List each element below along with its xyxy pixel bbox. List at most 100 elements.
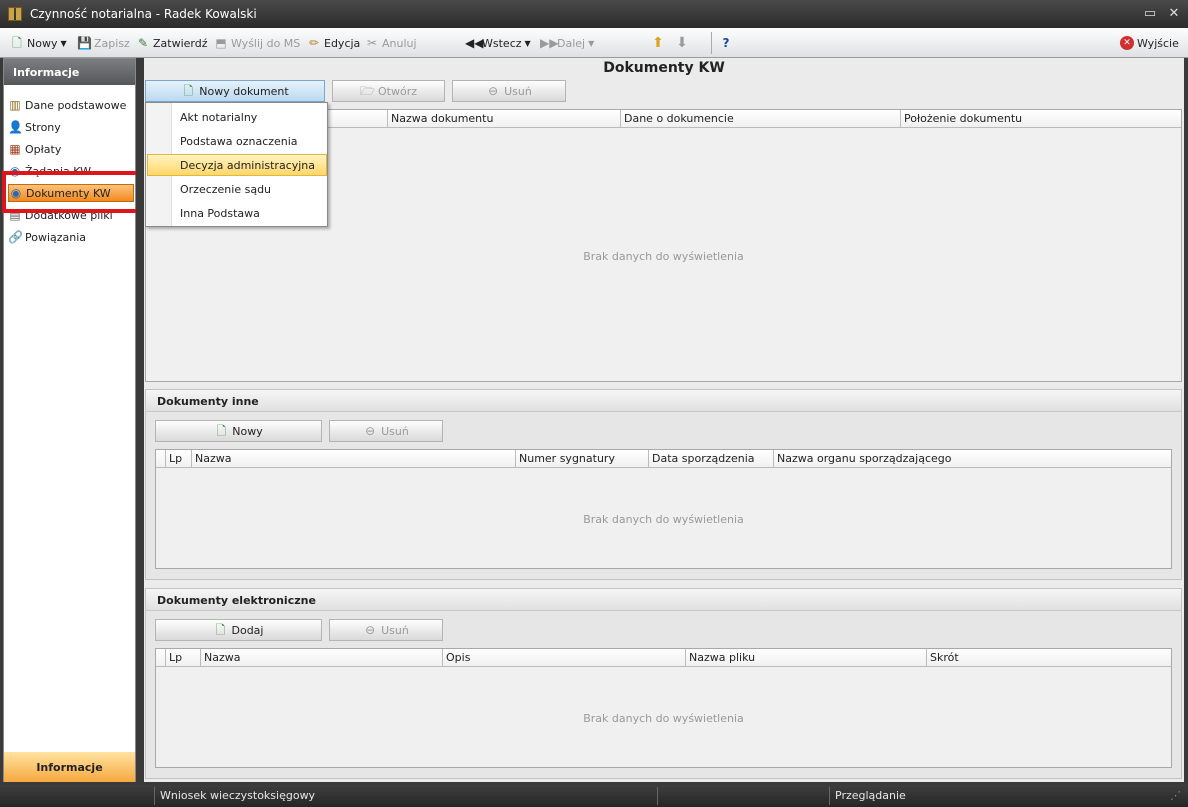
nav-item-strony[interactable]: 👤 Strony: [8, 118, 134, 136]
open-button[interactable]: 🗁 Otwórz: [332, 80, 445, 102]
new-document-icon: 🗋: [216, 424, 227, 438]
cancel-button[interactable]: ✂ Anuluj: [365, 35, 417, 51]
delete-electronic-document-button[interactable]: ⊖ Usuń: [329, 619, 443, 641]
other-documents-grid: Lp Nazwa Numer sygnatury Data sporządzen…: [155, 449, 1172, 569]
delete-other-document-button[interactable]: ⊖ Usuń: [329, 420, 443, 442]
dropdown-arrow-icon: ▼: [60, 38, 67, 48]
electronic-documents-grid: Lp Nazwa Opis Nazwa pliku Skrót Brak dan…: [155, 648, 1172, 768]
column-header[interactable]: Nazwa organu sporządzającego: [774, 450, 1171, 467]
move-down-button[interactable]: ⬇: [675, 35, 689, 51]
menu-item-inna-podstawa[interactable]: Inna Podstawa: [147, 202, 327, 224]
send-ms-button[interactable]: ⬒ Wyślij do MS: [214, 35, 300, 51]
back-button[interactable]: ◀◀ Wstecz ▼: [465, 35, 531, 51]
edit-icon: ✏: [308, 36, 320, 50]
title-bar: Czynność notarialna - Radek Kowalski ▭ ✕: [0, 0, 1188, 28]
help-icon: ?: [722, 36, 730, 50]
column-header[interactable]: Opis: [443, 649, 686, 666]
column-header[interactable]: Lp: [166, 649, 201, 666]
dropdown-arrow-icon: ▼: [524, 38, 531, 48]
grid-header: Lp Nazwa Opis Nazwa pliku Skrót: [156, 649, 1171, 667]
arrow-up-icon: ⬆: [652, 35, 664, 51]
window-title: Czynność notarialna - Radek Kowalski: [30, 7, 257, 21]
next-button[interactable]: ▶▶ Dalej ▼: [540, 35, 594, 51]
next-icon: ▶▶: [540, 36, 559, 50]
status-divider: [154, 787, 155, 805]
other-documents-section: Dokumenty inne 🗋 Nowy ⊖ Usuń Lp Nazwa Nu…: [145, 389, 1182, 580]
nav-item-oplaty[interactable]: ▦ Opłaty: [8, 140, 134, 158]
status-divider: [829, 787, 830, 805]
exit-icon: ✕: [1120, 36, 1134, 50]
section-title: Dokumenty elektroniczne: [146, 589, 1181, 611]
new-document-menu: Akt notarialny Podstawa oznaczenia Decyz…: [145, 102, 328, 227]
column-header[interactable]: Data sporządzenia: [649, 450, 774, 467]
menu-item-akt-notarialny[interactable]: Akt notarialny: [147, 106, 327, 128]
column-header[interactable]: Położenie dokumentu: [901, 110, 1181, 127]
delete-icon: ⊖: [365, 623, 376, 637]
status-mode: Przeglądanie: [835, 789, 906, 802]
person-icon: 👤: [8, 120, 23, 134]
resize-grip-icon[interactable]: ⋰: [1170, 789, 1181, 802]
delete-icon: ⊖: [365, 424, 376, 438]
section-title: Dokumenty inne: [146, 390, 1181, 412]
highlight-box: [2, 171, 143, 213]
delete-icon: ⊖: [488, 84, 499, 98]
restore-icon[interactable]: ▭: [1142, 6, 1158, 22]
column-header[interactable]: Skrót: [927, 649, 1169, 666]
dropdown-arrow-icon: ▼: [588, 38, 595, 48]
new-other-document-button[interactable]: 🗋 Nowy: [155, 420, 322, 442]
folder-icon: 🗁: [360, 84, 375, 98]
column-header[interactable]: Nazwa: [192, 450, 516, 467]
new-document-button[interactable]: 🗋 Nowy dokument: [145, 80, 325, 102]
column-header[interactable]: Numer sygnatury: [516, 450, 649, 467]
column-header[interactable]: Nazwa: [201, 649, 443, 666]
menu-item-orzeczenie-sadu[interactable]: Orzeczenie sądu: [147, 178, 327, 200]
toolbar-separator: [711, 32, 712, 54]
page-title: Dokumenty KW: [603, 60, 725, 76]
save-button[interactable]: 💾 Zapisz: [77, 35, 130, 51]
status-divider: [657, 787, 658, 805]
cancel-icon: ✂: [366, 36, 378, 50]
menu-item-podstawa-oznaczenia[interactable]: Podstawa oznaczenia: [147, 130, 327, 152]
new-document-icon: 🗋: [183, 84, 194, 98]
empty-message: Brak danych do wyświetlenia: [583, 250, 744, 263]
new-document-icon: 🗋: [12, 36, 22, 50]
empty-message: Brak danych do wyświetlenia: [583, 712, 744, 725]
toolbar: 🗋 Nowy ▼ 💾 Zapisz ✎ Zatwierdź ⬒ Wyślij d…: [0, 28, 1188, 58]
move-up-button[interactable]: ⬆: [651, 35, 665, 51]
arrow-down-icon: ⬇: [676, 35, 688, 51]
new-button[interactable]: 🗋 Nowy ▼: [10, 35, 67, 51]
add-electronic-document-button[interactable]: 🗋 Dodaj: [155, 619, 322, 641]
splitter-handle[interactable]: [136, 58, 144, 782]
back-icon: ◀◀: [465, 36, 484, 50]
column-header[interactable]: Lp: [166, 450, 192, 467]
column-header[interactable]: Dane o dokumencie: [621, 110, 901, 127]
status-context: Wniosek wieczystoksięgowy: [160, 789, 316, 802]
column-header[interactable]: Nazwa pliku: [686, 649, 927, 666]
edit-button[interactable]: ✏ Edycja: [307, 35, 360, 51]
electronic-documents-section: Dokumenty elektroniczne 🗋 Dodaj ⊖ Usuń L…: [145, 588, 1182, 779]
save-icon: 💾: [77, 36, 92, 50]
grid-header: Lp Nazwa Numer sygnatury Data sporządzen…: [156, 450, 1171, 468]
status-bar: Wniosek wieczystoksięgowy Przeglądanie ⋰: [0, 785, 1188, 807]
nav-item-dane-podstawowe[interactable]: ▥ Dane podstawowe: [8, 96, 134, 114]
exit-button[interactable]: ✕ Wyjście: [1120, 35, 1179, 51]
columns-icon: ▥: [9, 98, 21, 112]
send-icon: ⬒: [215, 36, 227, 50]
menu-item-decyzja-administracyjna[interactable]: Decyzja administracyjna: [147, 154, 327, 176]
column-header[interactable]: Nazwa dokumentu: [388, 110, 621, 127]
link-icon: 🔗: [8, 230, 23, 244]
help-button[interactable]: ?: [719, 35, 733, 51]
new-document-icon: 🗋: [215, 623, 226, 637]
nav-footer-tab[interactable]: Informacje: [4, 752, 135, 782]
close-icon[interactable]: ✕: [1166, 6, 1182, 22]
side-nav: Informacje ▥ Dane podstawowe 👤 Strony ▦ …: [3, 58, 136, 782]
column-header: [156, 450, 166, 467]
nav-header: Informacje: [4, 59, 135, 85]
delete-button[interactable]: ⊖ Usuń: [452, 80, 566, 102]
empty-message: Brak danych do wyświetlenia: [583, 513, 744, 526]
nav-item-powiazania[interactable]: 🔗 Powiązania: [8, 228, 134, 246]
column-header: [156, 649, 166, 666]
approve-button[interactable]: ✎ Zatwierdź: [136, 35, 208, 51]
approve-icon: ✎: [137, 36, 149, 50]
app-icon: [8, 7, 22, 21]
